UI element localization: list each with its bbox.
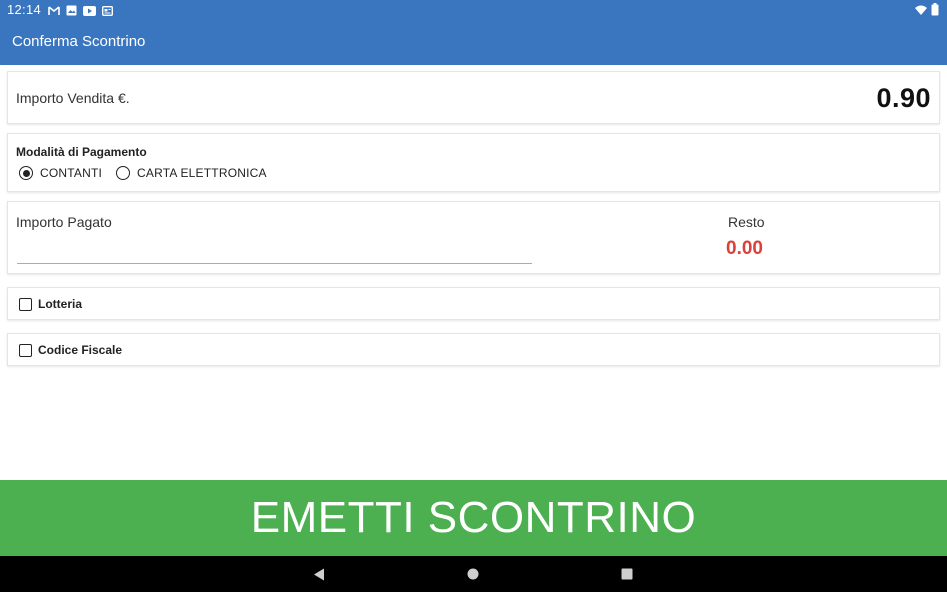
wifi-icon xyxy=(915,4,927,19)
codice-fiscale-row[interactable]: Codice Fiscale xyxy=(19,343,122,357)
payment-method-options: CONTANTI CARTA ELETTRONICA xyxy=(19,166,267,180)
sale-amount-value: 0.90 xyxy=(876,83,931,113)
lotteria-checkbox[interactable] xyxy=(19,297,32,311)
radio-carta-elettronica-label[interactable]: CARTA ELETTRONICA xyxy=(137,166,267,180)
app-title: Conferma Scontrino xyxy=(12,33,146,50)
status-bar: 12:14 xyxy=(0,0,947,20)
codice-fiscale-card: Codice Fiscale xyxy=(7,333,940,366)
emit-receipt-label: EMETTI SCONTRINO xyxy=(250,493,697,542)
change-value: 0.00 xyxy=(726,238,763,259)
radio-carta-elettronica[interactable] xyxy=(116,166,131,180)
radio-selected-dot xyxy=(22,169,30,177)
radio-contanti[interactable] xyxy=(19,166,33,180)
paid-amount-card: Importo Pagato Resto 0.00 xyxy=(7,201,940,274)
lotteria-label[interactable]: Lotteria xyxy=(38,297,82,311)
change-label: Resto xyxy=(728,214,765,230)
codice-fiscale-label[interactable]: Codice Fiscale xyxy=(38,343,122,357)
content-area: Importo Vendita €. 0.90 Modalità di Paga… xyxy=(0,65,947,480)
youtube-icon xyxy=(83,4,96,19)
sale-amount-card: Importo Vendita €. 0.90 xyxy=(7,71,940,124)
lotteria-card: Lotteria xyxy=(7,287,940,320)
payment-method-card: Modalità di Pagamento CONTANTI CARTA ELE… xyxy=(7,133,940,192)
status-system-icons xyxy=(915,3,939,19)
radio-contanti-label[interactable]: CONTANTI xyxy=(40,166,102,180)
status-notification-icons xyxy=(48,4,114,19)
news-icon xyxy=(101,4,114,19)
lotteria-row[interactable]: Lotteria xyxy=(19,297,82,311)
recents-icon[interactable] xyxy=(619,566,635,582)
emit-receipt-button[interactable]: EMETTI SCONTRINO xyxy=(0,480,947,556)
paid-amount-input[interactable] xyxy=(17,226,532,264)
home-icon[interactable] xyxy=(465,566,481,582)
image-icon xyxy=(66,4,77,19)
navigation-bar xyxy=(0,556,947,592)
gmail-icon xyxy=(48,4,60,19)
payment-method-title: Modalità di Pagamento xyxy=(16,145,147,159)
status-time: 12:14 xyxy=(7,2,42,17)
codice-fiscale-checkbox[interactable] xyxy=(19,343,32,357)
app-bar: Conferma Scontrino xyxy=(0,20,947,65)
battery-icon xyxy=(931,3,939,19)
back-icon[interactable] xyxy=(311,566,327,582)
sale-amount-label: Importo Vendita €. xyxy=(16,90,130,106)
